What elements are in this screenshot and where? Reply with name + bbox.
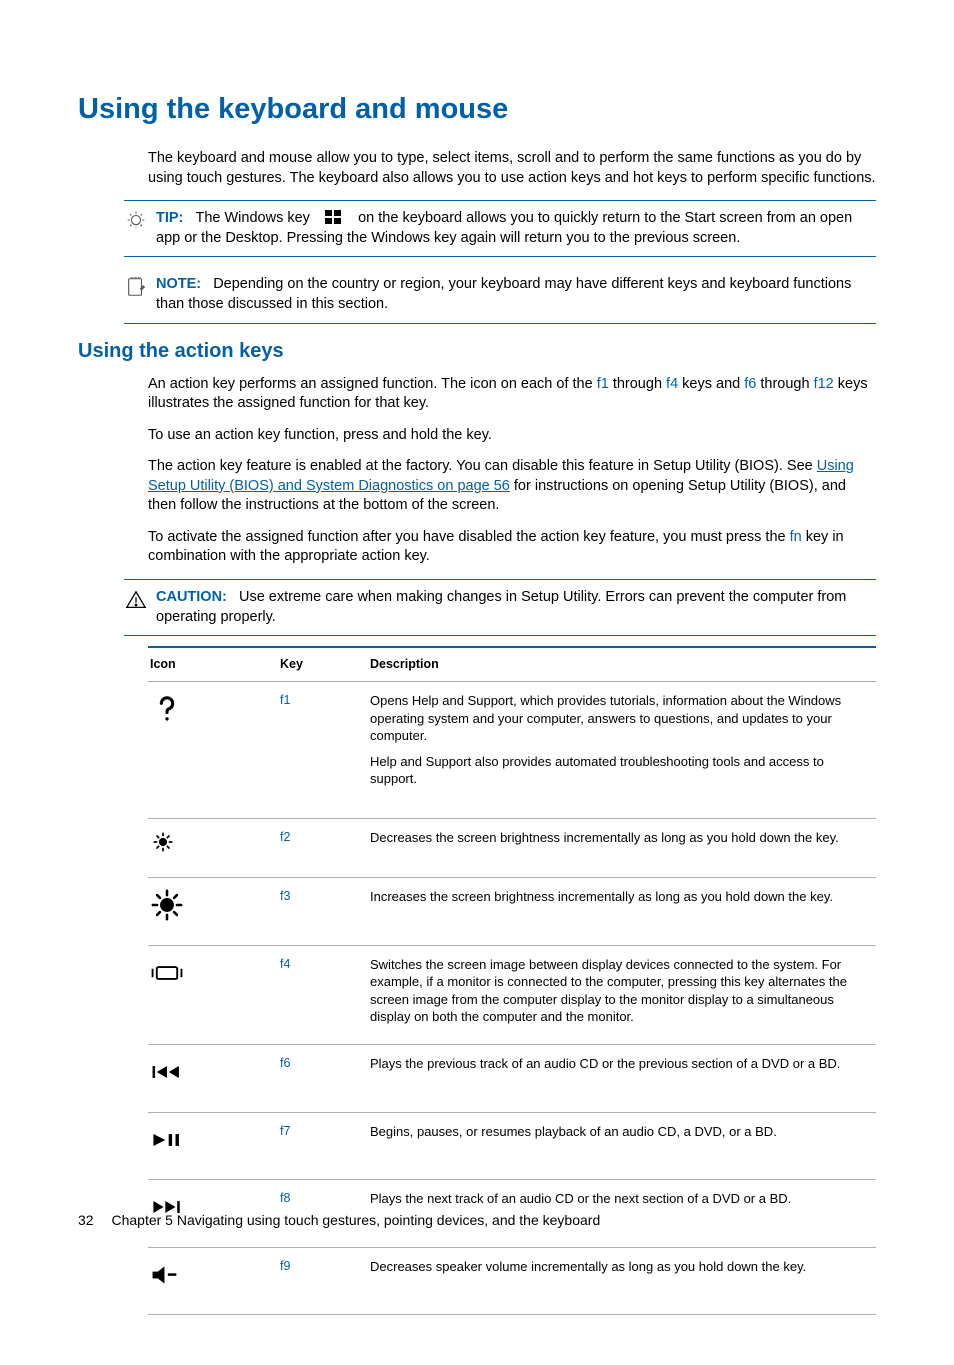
page-title: Using the keyboard and mouse (78, 90, 876, 129)
section-heading-action-keys: Using the action keys (78, 338, 876, 365)
table-row: f7 Begins, pauses, or resumes playback o… (148, 1112, 876, 1180)
note-icon (124, 275, 148, 299)
key-label: f4 (278, 945, 368, 1044)
th-key: Key (278, 647, 368, 681)
tip-block: TIP: The Windows key on the keyboard all… (124, 200, 876, 257)
tip-label: TIP: (156, 210, 183, 226)
intro-paragraph: The keyboard and mouse allow you to type… (148, 149, 876, 188)
table-row: f1 Opens Help and Support, which provide… (148, 682, 876, 819)
caution-icon (124, 588, 148, 612)
note-block: NOTE: Depending on the country or region… (124, 267, 876, 323)
desc-cell: Switches the screen image between displa… (368, 945, 876, 1044)
action-para-2: To use an action key function, press and… (148, 426, 876, 446)
page-footer: 32 Chapter 5 Navigating using touch gest… (78, 1211, 600, 1230)
note-label: NOTE: (156, 276, 201, 292)
windows-key-icon (324, 209, 344, 227)
caution-label: CAUTION: (156, 589, 227, 605)
note-text: Depending on the country or region, your… (156, 276, 851, 312)
desc-cell: Decreases speaker volume incrementally a… (368, 1247, 876, 1315)
tip-text-before: The Windows key (195, 210, 309, 226)
brightness-down-icon (148, 818, 278, 878)
caution-body: CAUTION: Use extreme care when making ch… (156, 588, 876, 627)
desc-cell: Opens Help and Support, which provides t… (368, 682, 876, 819)
volume-down-icon (148, 1247, 278, 1315)
help-icon (148, 682, 278, 819)
previous-track-icon (148, 1045, 278, 1113)
desc-cell: Decreases the screen brightness incremen… (368, 818, 876, 878)
table-row: f4 Switches the screen image between dis… (148, 945, 876, 1044)
table-row: f2 Decreases the screen brightness incre… (148, 818, 876, 878)
th-icon: Icon (148, 647, 278, 681)
key-label: f1 (278, 682, 368, 819)
chapter-label: Chapter 5 Navigating using touch gesture… (111, 1212, 600, 1228)
table-row: f3 Increases the screen brightness incre… (148, 878, 876, 946)
desc-cell: Begins, pauses, or resumes playback of a… (368, 1112, 876, 1180)
page-number: 32 (78, 1212, 94, 1228)
key-label: f2 (278, 818, 368, 878)
key-label: f3 (278, 878, 368, 946)
key-label: f6 (278, 1045, 368, 1113)
action-para-3: The action key feature is enabled at the… (148, 457, 876, 516)
caution-block: CAUTION: Use extreme care when making ch… (124, 579, 876, 636)
table-row: f6 Plays the previous track of an audio … (148, 1045, 876, 1113)
caution-text: Use extreme care when making changes in … (156, 589, 846, 625)
play-pause-icon (148, 1112, 278, 1180)
brightness-up-icon (148, 878, 278, 946)
tip-icon (124, 209, 148, 233)
desc-cell: Plays the previous track of an audio CD … (368, 1045, 876, 1113)
table-row: f9 Decreases speaker volume incrementall… (148, 1247, 876, 1315)
switch-display-icon (148, 945, 278, 1044)
note-body: NOTE: Depending on the country or region… (156, 275, 876, 314)
tip-body: TIP: The Windows key on the keyboard all… (156, 209, 876, 248)
action-para-1: An action key performs an assigned funct… (148, 375, 876, 414)
desc-cell: Increases the screen brightness incremen… (368, 878, 876, 946)
key-label: f9 (278, 1247, 368, 1315)
th-desc: Description (368, 647, 876, 681)
action-para-4: To activate the assigned function after … (148, 528, 876, 567)
key-label: f7 (278, 1112, 368, 1180)
